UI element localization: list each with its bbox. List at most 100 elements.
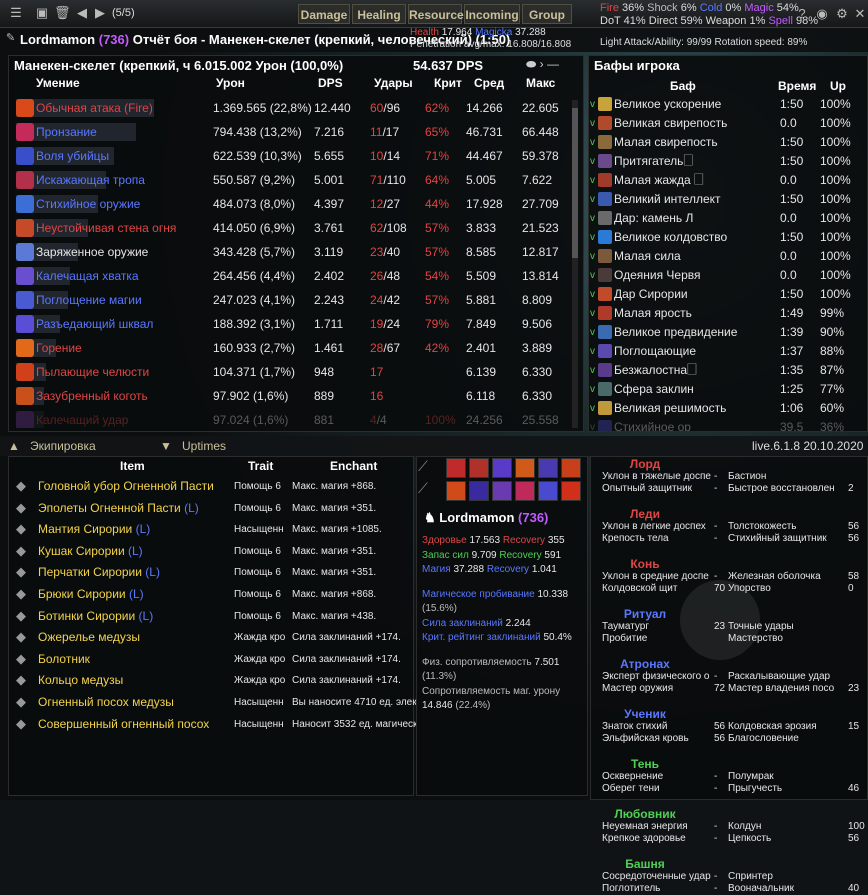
tab-damage[interactable]: Damage — [298, 4, 350, 24]
col-dps[interactable]: DPS — [318, 76, 343, 90]
cp-points: - — [714, 671, 718, 682]
buff-row[interactable]: v Малая сила 0.0 100% — [588, 247, 868, 266]
check-icon: v — [590, 175, 595, 186]
forward-icon[interactable]: ▶ — [92, 5, 108, 21]
buff-row[interactable]: v Одеяния Червя 0.0 100% — [588, 266, 868, 285]
buff-row[interactable]: v Великая решимость 1:06 60% — [588, 399, 868, 418]
check-icon: v — [590, 99, 595, 110]
back-icon[interactable]: ◀ — [74, 5, 90, 21]
expand-icon[interactable]: › — [540, 57, 544, 71]
buff-row[interactable]: v Великий интеллект 1:50 100% — [588, 190, 868, 209]
cp-category: Тень — [630, 757, 660, 771]
buff-row[interactable]: v Великое ускорение 1:50 100% — [588, 95, 868, 114]
col-max[interactable]: Макс — [526, 76, 555, 90]
buff-uptime: 100% — [820, 287, 851, 301]
equipment-row[interactable]: ◆ Брюки Сирории (L) Помощь 6 Макс. магия +8… — [12, 584, 412, 606]
eye-icon[interactable]: ◉ — [814, 6, 830, 22]
buff-icon — [598, 154, 612, 168]
cp-points: 56 — [848, 533, 860, 544]
chevron-icon[interactable]: ⬬ — [526, 57, 536, 71]
equipment-row[interactable]: ◆ Головной убор Огненной Пасти Помощь 6 Ма… — [12, 476, 412, 498]
cp-category: Конь — [630, 557, 660, 571]
buff-time: 1:50 — [780, 230, 804, 244]
item-name: Эполеты Огненной Пасти (L) — [38, 500, 199, 515]
cp-skill: Точные удары — [728, 621, 794, 632]
collapse-icon[interactable]: ▲ — [8, 439, 20, 453]
item-name: Головной убор Огненной Пасти — [38, 479, 214, 493]
gear-icon[interactable]: ⚙ — [834, 6, 850, 22]
buff-uptime: 100% — [820, 230, 851, 244]
equipment-icon: ◆ — [16, 521, 26, 537]
equipment-row[interactable]: ◆ Огненный посох медузы Насыщенн Вы наноси… — [12, 692, 416, 714]
check-icon: v — [590, 156, 595, 167]
top-toolbar: ☰ ▣ 🗑 ◀ ▶ (5/5) Damage Healing Resource … — [0, 0, 868, 28]
col-damage[interactable]: Урон — [216, 76, 245, 90]
col-hits[interactable]: Удары — [374, 76, 413, 90]
tab-resource[interactable]: Resource — [408, 4, 464, 24]
col-avg[interactable]: Сред — [474, 76, 504, 90]
buff-row[interactable]: v Малая свирепость 1:50 100% — [588, 133, 868, 152]
version-label: live.6.1.8 20.10.2020 — [752, 439, 864, 453]
equipment-row[interactable]: ◆ Кольцо медузы Жажда кро Сила заклинаний … — [12, 670, 412, 692]
buff-row[interactable]: v Малая ярость 1:49 99% — [588, 304, 868, 323]
help-icon[interactable]: ? — [794, 6, 810, 22]
trash-icon[interactable]: 🗑 — [54, 5, 71, 21]
equipment-icon: ◆ — [16, 564, 26, 580]
buff-row[interactable]: v Великое предвидение 1:39 90% — [588, 323, 868, 342]
buff-uptime: 100% — [820, 268, 851, 282]
buff-row[interactable]: v Поглощающие 1:37 88% — [588, 342, 868, 361]
character-stats: Здоровье 17.563 Recovery 355 Запас сил 9… — [422, 535, 572, 711]
buff-row[interactable]: v Безжалостна🗌 1:35 87% — [588, 361, 868, 380]
minimize-icon[interactable]: — — [547, 57, 559, 71]
equipment-row[interactable]: ◆ Совершенный огненный посох Насыщенн Нано… — [12, 714, 416, 736]
buff-row[interactable]: v Притягатель🗌 1:50 100% — [588, 152, 868, 171]
save-icon[interactable]: ▣ — [34, 5, 50, 21]
equipment-row[interactable]: ◆ Перчатки Сирории (L) Помощь 6 Макс. магия… — [12, 562, 412, 584]
col-trait: Trait — [248, 459, 274, 473]
buff-row[interactable]: v Сфера заклин 1:25 77% — [588, 380, 868, 399]
buff-name: Дар Сирории — [614, 287, 688, 301]
col-time[interactable]: Время — [778, 79, 816, 93]
item-enchant: Макс. магия +351. — [292, 545, 377, 557]
tab-group[interactable]: Group — [522, 4, 572, 24]
cp-skill: Спринтер — [728, 871, 773, 882]
col-uptime[interactable]: Up — [830, 79, 846, 93]
buff-icon — [598, 420, 612, 431]
equipment-toggle[interactable]: Экипировка — [30, 439, 96, 453]
cp-points: - — [714, 821, 718, 832]
buff-row[interactable]: v Дар: камень Л 0.0 100% — [588, 209, 868, 228]
item-name: Кушак Сирории (L) — [38, 543, 143, 558]
item-enchant: Вы наносите 4710 ед. элек — [292, 697, 416, 708]
cp-points: - — [714, 833, 718, 844]
cp-skill: Мастерство — [728, 633, 783, 644]
cp-category: Лорд — [629, 457, 661, 471]
tab-incoming[interactable]: Incoming — [464, 4, 520, 24]
buff-row[interactable]: v Дар Сирории 1:50 100% — [588, 285, 868, 304]
equipment-row[interactable]: ◆ Кушак Сирории (L) Помощь 6 Макс. магия +3… — [12, 541, 412, 563]
expand-icon[interactable]: ▼ — [160, 439, 172, 453]
col-crit[interactable]: Крит — [434, 76, 462, 90]
buffs-list: v Великое ускорение 1:50 100% v Великая свире… — [0, 95, 868, 431]
col-buff[interactable]: Баф — [670, 79, 696, 93]
equipment-row[interactable]: ◆ Мантия Сирории (L) Насыщенн Макс. магия +… — [12, 519, 412, 541]
equipment-row[interactable]: ◆ Эполеты Огненной Пасти (L) Помощь 6 Макс.… — [12, 498, 412, 520]
menu-icon[interactable]: ☰ — [8, 5, 24, 21]
equipment-row[interactable]: ◆ Ожерелье медузы Жажда кро Сила заклинани… — [12, 627, 412, 649]
equipment-row[interactable]: ◆ Ботинки Сирории (L) Помощь 6 Макс. магия … — [12, 606, 412, 628]
equipment-icon: ◆ — [16, 672, 26, 688]
cp-skill: Колдун — [728, 821, 762, 832]
buff-row[interactable]: v Стихийное ор 39.5 36% — [588, 418, 868, 431]
buff-row[interactable]: v Малая жажда 🗌 0.0 100% — [588, 171, 868, 190]
buff-row[interactable]: v Великое колдовство 1:50 100% — [588, 228, 868, 247]
tab-healing[interactable]: Healing — [352, 4, 406, 24]
item-enchant: Сила заклинаний +174. — [292, 632, 401, 644]
buff-time: 0.0 — [780, 249, 797, 263]
col-skill[interactable]: Умение — [36, 76, 80, 90]
equipment-row[interactable]: ◆ Болотник Жажда кро Сила заклинаний +174. — [12, 649, 412, 671]
uptimes-toggle[interactable]: Uptimes — [182, 439, 226, 453]
cp-skill: Неуемная энергия — [602, 821, 688, 832]
buff-row[interactable]: v Великая свирепость 0.0 100% — [588, 114, 868, 133]
close-icon[interactable]: ✕ — [852, 6, 868, 22]
cp-skill: Оберег тени — [602, 783, 660, 794]
buff-uptime: 99% — [820, 306, 845, 320]
